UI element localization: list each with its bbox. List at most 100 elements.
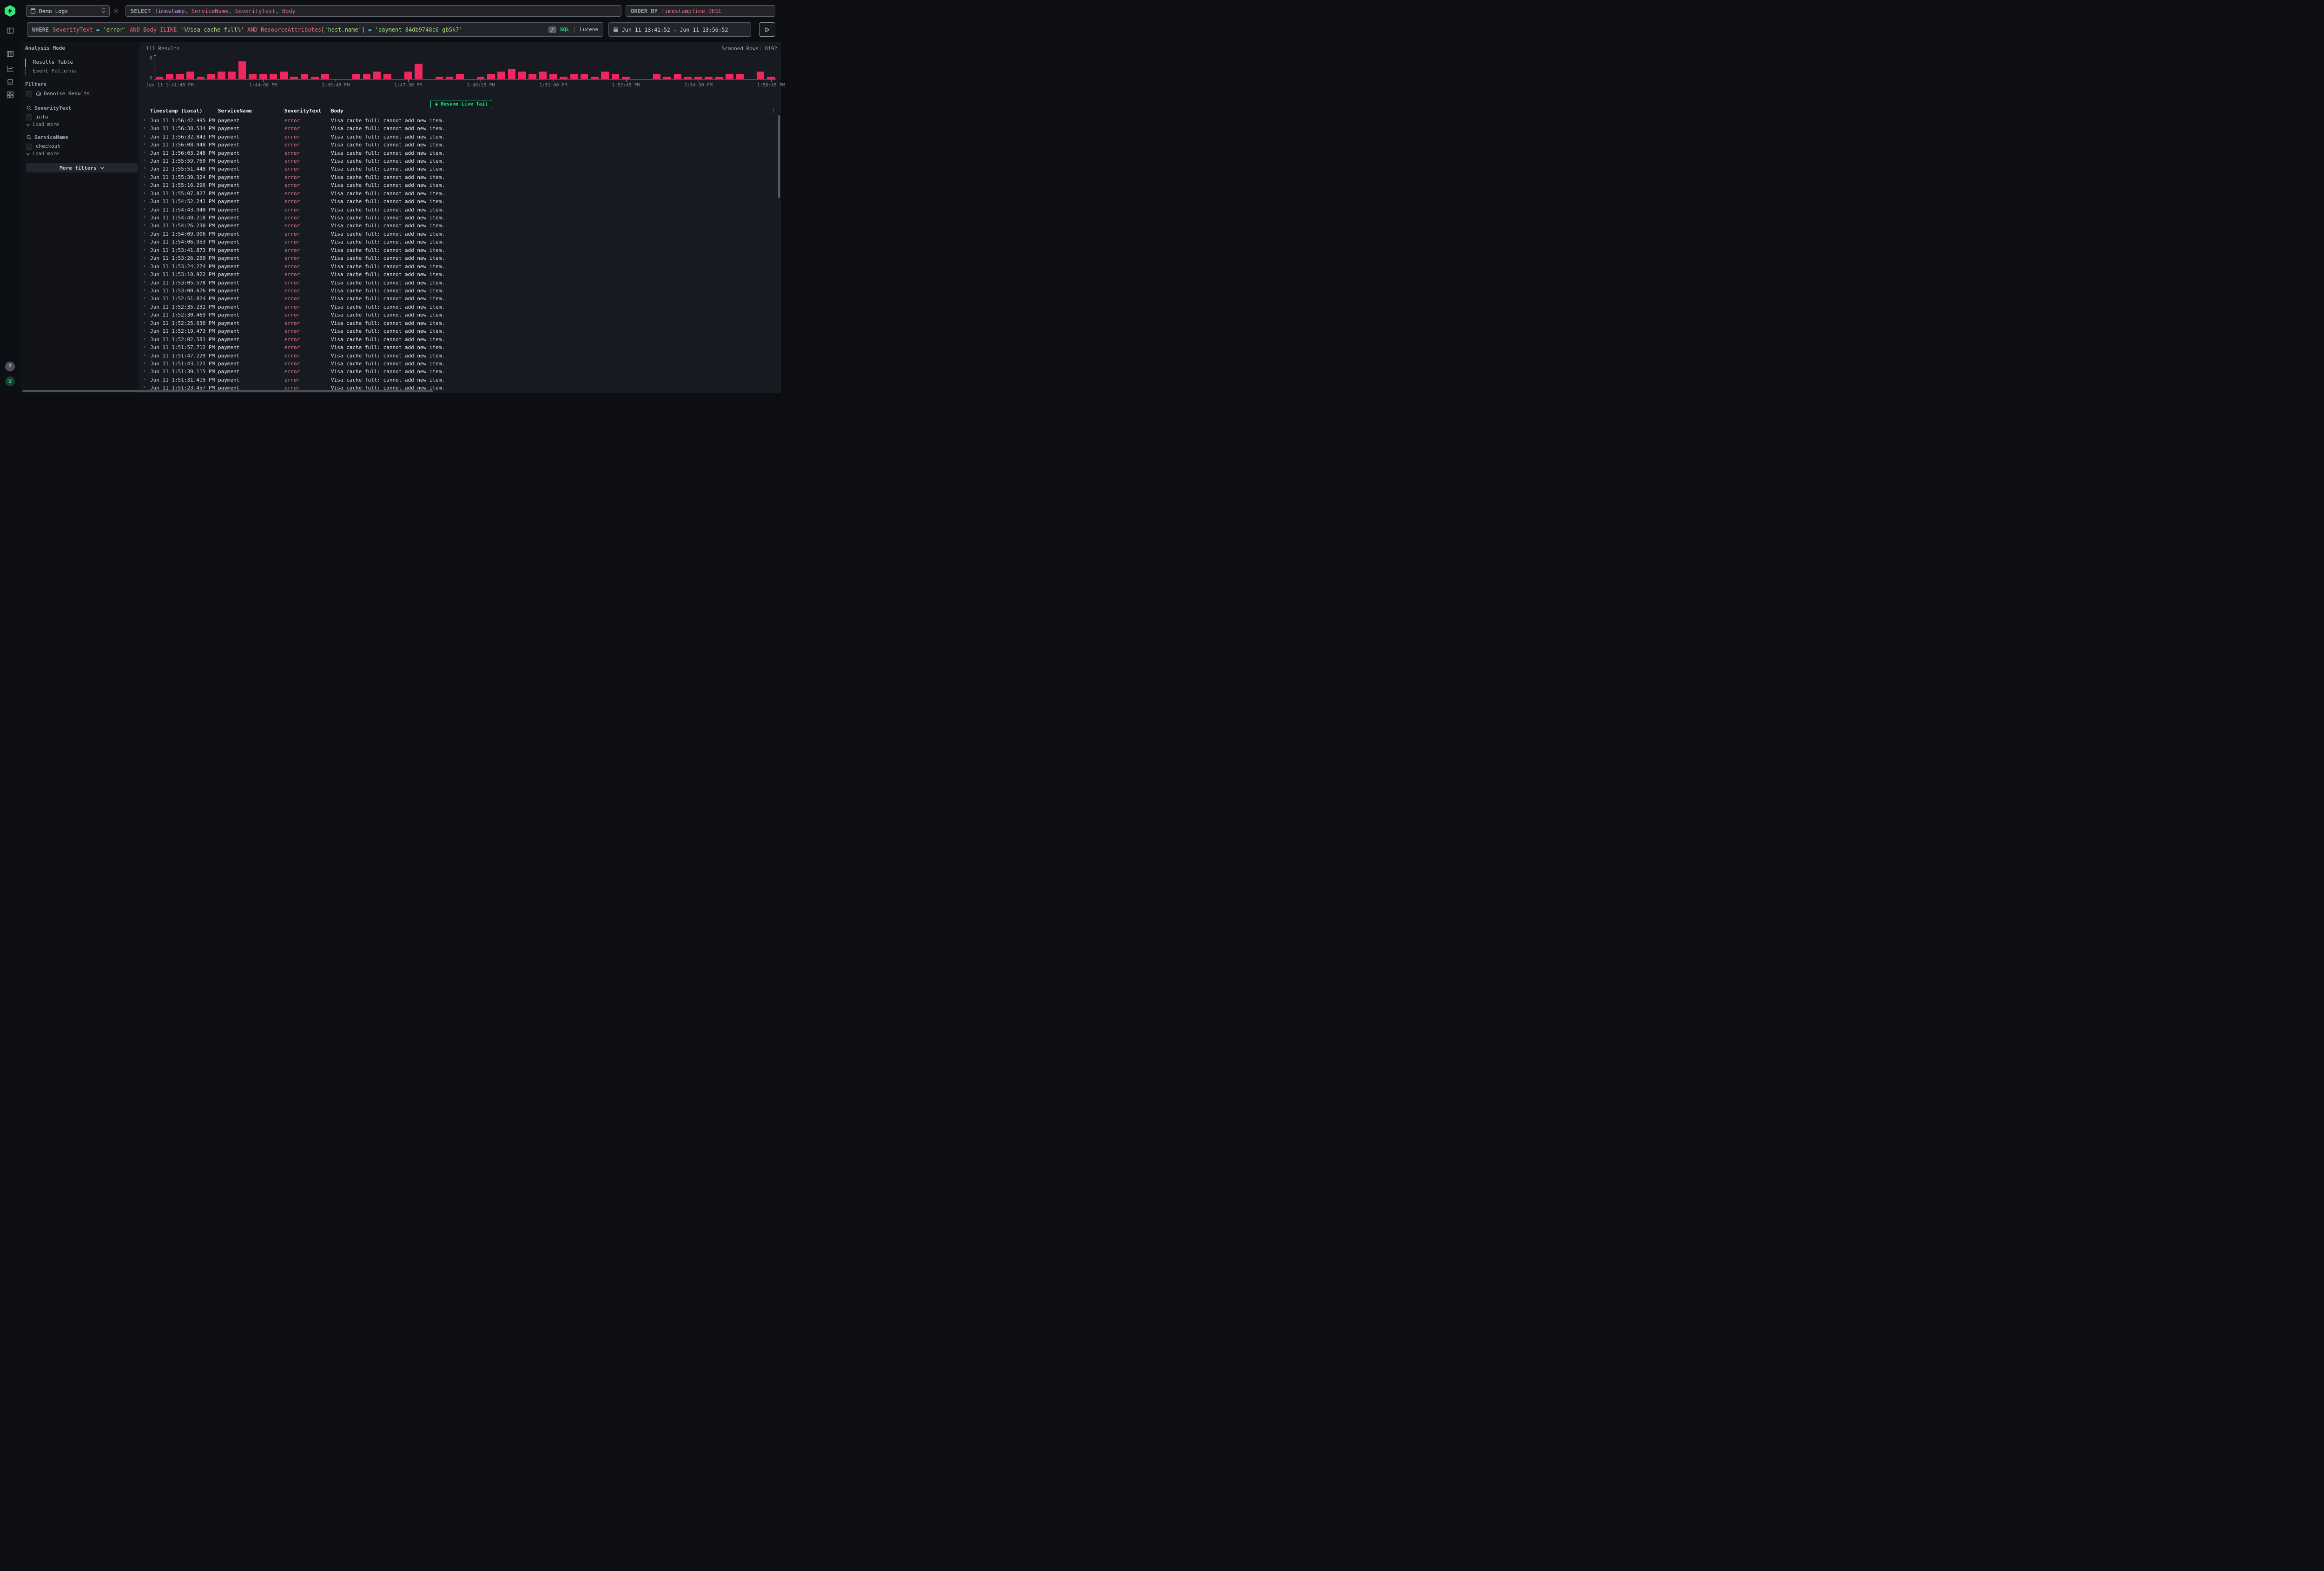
table-row[interactable]: ›Jun 11 1:52:30.469 PMpaymenterrorVisa c… <box>139 311 778 319</box>
row-expand-chevron-icon[interactable]: › <box>143 385 146 390</box>
more-filters-button[interactable]: More filters <box>26 163 138 172</box>
row-expand-chevron-icon[interactable]: › <box>143 223 146 228</box>
service-load-more[interactable]: Load more <box>26 151 59 157</box>
table-row[interactable]: ›Jun 11 1:56:03.248 PMpaymenterrorVisa c… <box>139 149 778 157</box>
table-row[interactable]: ›Jun 11 1:54:09.906 PMpaymenterrorVisa c… <box>139 230 778 238</box>
row-expand-chevron-icon[interactable]: › <box>143 304 146 309</box>
table-row[interactable]: ›Jun 11 1:52:51.824 PMpaymenterrorVisa c… <box>139 295 778 303</box>
row-expand-chevron-icon[interactable]: › <box>143 320 146 325</box>
table-options-icon[interactable]: ⋮ <box>771 107 776 113</box>
vertical-scrollbar-thumb[interactable] <box>778 115 780 198</box>
user-avatar[interactable]: U <box>5 376 15 386</box>
row-expand-chevron-icon[interactable]: › <box>143 288 146 293</box>
run-query-button[interactable] <box>759 22 775 37</box>
row-expand-chevron-icon[interactable]: › <box>143 239 146 244</box>
row-expand-chevron-icon[interactable]: › <box>143 207 146 212</box>
mode-option-results-table[interactable]: Results Table <box>33 59 73 65</box>
severity-info-checkbox[interactable] <box>26 114 32 120</box>
row-expand-chevron-icon[interactable]: › <box>143 353 146 358</box>
table-row[interactable]: ›Jun 11 1:53:26.250 PMpaymenterrorVisa c… <box>139 254 778 262</box>
row-expand-chevron-icon[interactable]: › <box>143 312 146 317</box>
table-row[interactable]: ›Jun 11 1:55:39.324 PMpaymenterrorVisa c… <box>139 173 778 181</box>
table-row[interactable]: ›Jun 11 1:53:05.578 PMpaymenterrorVisa c… <box>139 279 778 287</box>
table-row[interactable]: ›Jun 11 1:52:35.232 PMpaymenterrorVisa c… <box>139 303 778 311</box>
search-icon[interactable] <box>26 106 32 111</box>
orderby-query-input[interactable]: ORDER BY TimestampTime DESC <box>626 5 775 17</box>
table-row[interactable]: ›Jun 11 1:53:24.274 PMpaymenterrorVisa c… <box>139 263 778 271</box>
row-expand-chevron-icon[interactable]: › <box>143 125 146 131</box>
row-expand-chevron-icon[interactable]: › <box>143 158 146 163</box>
table-row[interactable]: ›Jun 11 1:53:00.676 PMpaymenterrorVisa c… <box>139 287 778 295</box>
row-expand-chevron-icon[interactable]: › <box>143 344 146 350</box>
where-query-input[interactable]: WHERE SeverityText = 'error' AND Body IL… <box>27 22 603 37</box>
table-row[interactable]: ›Jun 11 1:56:42.995 PMpaymenterrorVisa c… <box>139 117 778 125</box>
row-expand-chevron-icon[interactable]: › <box>143 369 146 374</box>
row-expand-chevron-icon[interactable]: › <box>143 174 146 179</box>
row-expand-chevron-icon[interactable]: › <box>143 337 146 342</box>
horizontal-scrollbar-thumb[interactable] <box>22 390 433 392</box>
app-logo-icon[interactable] <box>5 5 15 17</box>
row-expand-chevron-icon[interactable]: › <box>143 166 146 171</box>
table-row[interactable]: ›Jun 11 1:56:38.534 PMpaymenterrorVisa c… <box>139 125 778 132</box>
table-row[interactable]: ›Jun 11 1:51:43.121 PMpaymenterrorVisa c… <box>139 360 778 368</box>
table-row[interactable]: ›Jun 11 1:54:52.241 PMpaymenterrorVisa c… <box>139 198 778 205</box>
sql-language-option[interactable]: SQL <box>560 26 569 33</box>
severity-info-label[interactable]: info <box>36 114 48 120</box>
row-expand-chevron-icon[interactable]: › <box>143 271 146 277</box>
row-expand-chevron-icon[interactable]: › <box>143 264 146 269</box>
row-expand-chevron-icon[interactable]: › <box>143 255 146 260</box>
row-expand-chevron-icon[interactable]: › <box>143 296 146 301</box>
denoise-label[interactable]: Denoise Results <box>44 91 90 97</box>
table-row[interactable]: ›Jun 11 1:51:57.712 PMpaymenterrorVisa c… <box>139 343 778 351</box>
row-expand-chevron-icon[interactable]: › <box>143 118 146 123</box>
histogram-bars[interactable] <box>154 58 776 79</box>
table-row[interactable]: ›Jun 11 1:51:47.229 PMpaymenterrorVisa c… <box>139 352 778 360</box>
collapse-panel-icon[interactable] <box>7 27 14 34</box>
sessions-icon[interactable] <box>7 78 14 86</box>
row-expand-chevron-icon[interactable]: › <box>143 361 146 366</box>
table-row[interactable]: ›Jun 11 1:55:16.296 PMpaymenterrorVisa c… <box>139 181 778 189</box>
table-row[interactable]: ›Jun 11 1:56:08.948 PMpaymenterrorVisa c… <box>139 141 778 149</box>
row-expand-chevron-icon[interactable]: › <box>143 280 146 285</box>
service-checkout-label[interactable]: checkout <box>36 143 60 149</box>
table-row[interactable]: ›Jun 11 1:51:31.415 PMpaymenterrorVisa c… <box>139 376 778 384</box>
table-row[interactable]: ›Jun 11 1:55:51.448 PMpaymenterrorVisa c… <box>139 165 778 173</box>
denoise-checkbox[interactable] <box>26 91 32 97</box>
table-row[interactable]: ›Jun 11 1:55:07.827 PMpaymenterrorVisa c… <box>139 190 778 198</box>
row-expand-chevron-icon[interactable]: › <box>143 328 146 333</box>
help-button[interactable]: ? <box>5 362 15 371</box>
dashboards-icon[interactable] <box>7 91 14 99</box>
table-row[interactable]: ›Jun 11 1:54:43.948 PMpaymenterrorVisa c… <box>139 206 778 214</box>
table-row[interactable]: ›Jun 11 1:52:19.473 PMpaymenterrorVisa c… <box>139 327 778 335</box>
time-range-picker[interactable]: Jun 11 13:41:52 - Jun 11 13:56:52 <box>608 22 751 37</box>
mode-option-event-patterns[interactable]: Event Patterns <box>33 68 76 74</box>
row-expand-chevron-icon[interactable]: › <box>143 215 146 220</box>
table-row[interactable]: ›Jun 11 1:54:26.230 PMpaymenterrorVisa c… <box>139 222 778 230</box>
table-row[interactable]: ›Jun 11 1:51:39.115 PMpaymenterrorVisa c… <box>139 368 778 376</box>
row-expand-chevron-icon[interactable]: › <box>143 182 146 187</box>
table-row[interactable]: ›Jun 11 1:54:40.218 PMpaymenterrorVisa c… <box>139 214 778 222</box>
row-expand-chevron-icon[interactable]: › <box>143 134 146 139</box>
search-icon[interactable] <box>26 135 32 140</box>
table-row[interactable]: ›Jun 11 1:55:59.760 PMpaymenterrorVisa c… <box>139 157 778 165</box>
lucene-language-option[interactable]: Lucene <box>580 26 598 33</box>
source-select[interactable]: Demo Logs <box>26 5 110 17</box>
table-row[interactable]: ›Jun 11 1:53:10.922 PMpaymenterrorVisa c… <box>139 271 778 278</box>
row-expand-chevron-icon[interactable]: › <box>143 377 146 382</box>
search-logs-icon[interactable] <box>7 50 14 58</box>
service-checkout-checkbox[interactable] <box>26 144 32 150</box>
table-row[interactable]: ›Jun 11 1:53:41.873 PMpaymenterrorVisa c… <box>139 246 778 254</box>
table-row[interactable]: ›Jun 11 1:52:02.581 PMpaymenterrorVisa c… <box>139 336 778 343</box>
table-row[interactable]: ›Jun 11 1:56:32.843 PMpaymenterrorVisa c… <box>139 133 778 141</box>
row-expand-chevron-icon[interactable]: › <box>143 231 146 236</box>
resume-live-tail-button[interactable]: Resume Live Tail <box>430 100 492 108</box>
table-row[interactable]: ›Jun 11 1:52:25.630 PMpaymenterrorVisa c… <box>139 319 778 327</box>
row-expand-chevron-icon[interactable]: › <box>143 191 146 196</box>
row-expand-chevron-icon[interactable]: › <box>143 198 146 204</box>
row-expand-chevron-icon[interactable]: › <box>143 247 146 252</box>
chart-explorer-icon[interactable] <box>7 65 14 72</box>
severity-load-more[interactable]: Load more <box>26 122 59 127</box>
row-expand-chevron-icon[interactable]: › <box>143 142 146 147</box>
row-expand-chevron-icon[interactable]: › <box>143 150 146 155</box>
select-query-input[interactable]: SELECT Timestamp, ServiceName, SeverityT… <box>125 5 621 17</box>
